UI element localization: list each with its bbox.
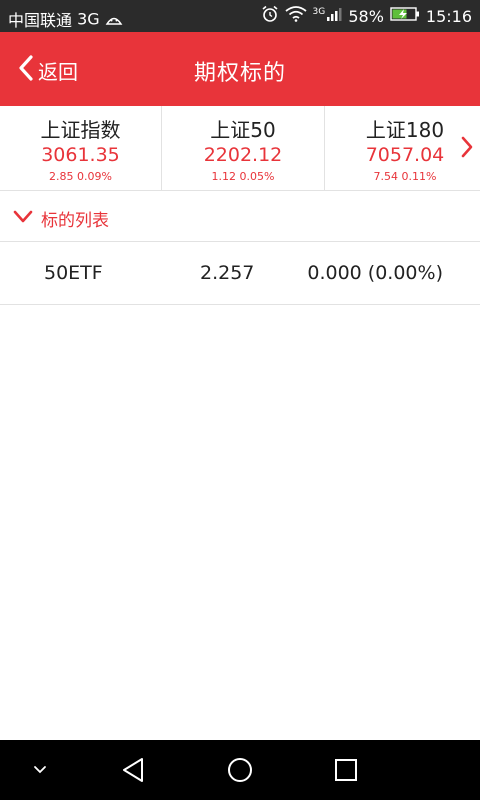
- index-name: 上证指数: [40, 118, 121, 142]
- index-change: 2.85 0.09%: [49, 170, 112, 183]
- index-card-shanghai-composite[interactable]: 上证指数 3061.35 2.85 0.09%: [0, 106, 161, 190]
- wifi-icon: [284, 6, 307, 26]
- battery-percent: 58%: [348, 6, 384, 26]
- signal-network-tag: 3G: [312, 7, 326, 17]
- index-price: 7057.04: [365, 144, 445, 166]
- recents-square-icon[interactable]: [316, 740, 376, 800]
- android-debug-icon: [105, 10, 123, 29]
- section-label: 标的列表: [41, 211, 109, 231]
- index-ticker-strip: 上证指数 3061.35 2.85 0.09% 上证50 2202.12 1.1…: [0, 106, 480, 191]
- underlying-list-header[interactable]: 标的列表: [0, 191, 480, 242]
- index-change: 7.54 0.11%: [373, 170, 437, 183]
- underlying-name: 50ETF: [44, 262, 103, 284]
- list-item[interactable]: 50ETF 2.257 0.000 (0.00%): [0, 242, 480, 305]
- alarm-icon: [261, 5, 279, 27]
- hide-keyboard-icon[interactable]: [14, 740, 66, 800]
- carrier-info: 中国联通 3G: [8, 7, 123, 31]
- page-title: 期权标的: [193, 61, 286, 86]
- underlying-price: 2.257: [200, 262, 255, 284]
- index-price: 2202.12: [203, 144, 283, 166]
- index-name: 上证50: [210, 118, 276, 142]
- index-card-sse-50[interactable]: 上证50 2202.12 1.12 0.05%: [162, 106, 324, 190]
- underlying-change: 0.000 (0.00%): [307, 262, 443, 284]
- index-card-sse-180[interactable]: 上证180 7057.04 7.54 0.11%: [325, 106, 480, 190]
- clock: 15:16: [425, 6, 472, 26]
- system-nav-bar: [0, 740, 480, 800]
- home-circle-icon[interactable]: [210, 740, 270, 800]
- chevron-right-icon[interactable]: [460, 136, 474, 162]
- carrier-name: 中国联通: [8, 11, 73, 30]
- status-bar: 中国联通 3G 3G 58% 15:16: [0, 0, 480, 32]
- network-type: 3G: [77, 9, 100, 29]
- back-triangle-icon[interactable]: [104, 740, 164, 800]
- index-change: 1.12 0.05%: [211, 170, 275, 183]
- chevron-down-icon: [13, 209, 33, 228]
- status-icons: 3G 58% 15:16: [261, 5, 472, 27]
- battery-charging-icon: [390, 6, 420, 26]
- index-price: 3061.35: [41, 144, 120, 166]
- cell-signal-icon: 3G: [313, 6, 343, 26]
- index-name: 上证180: [365, 118, 445, 142]
- app-header: 返回 期权标的: [0, 32, 480, 106]
